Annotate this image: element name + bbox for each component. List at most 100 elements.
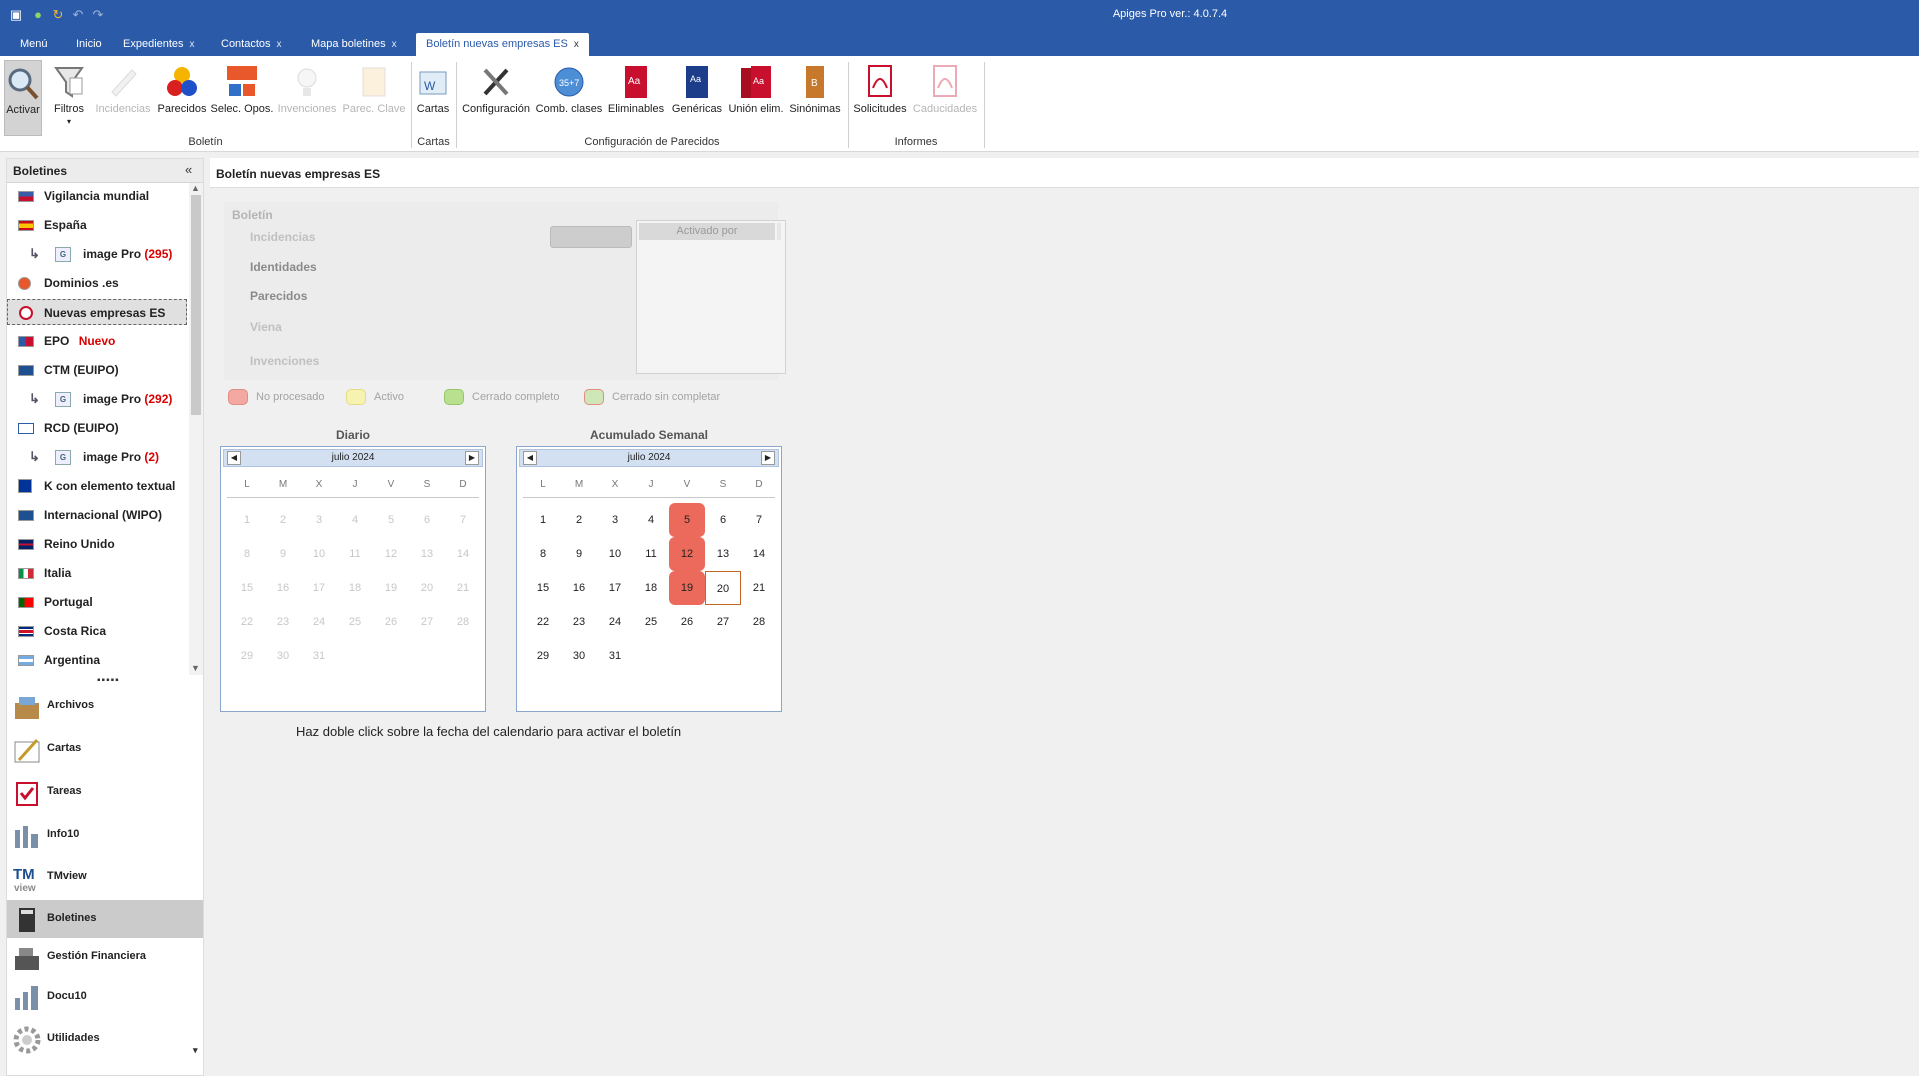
activar-button[interactable]: Activar: [4, 60, 42, 136]
calendar-day[interactable]: 31: [597, 639, 633, 673]
tab-expedientes[interactable]: Expedientes x: [123, 33, 195, 56]
tree-item-dominios[interactable]: Dominios .es: [7, 270, 187, 296]
calendar-day[interactable]: 23: [561, 605, 597, 639]
selec-opos-button[interactable]: Selec. Opos.: [210, 60, 274, 136]
parec-clave-button[interactable]: Parec. Clave: [342, 60, 406, 136]
module-archivos[interactable]: Archivos: [7, 687, 203, 725]
eliminables-button[interactable]: Aa Eliminables: [606, 60, 666, 136]
calendar-day[interactable]: 24: [597, 605, 633, 639]
calendar-day[interactable]: 3: [597, 503, 633, 537]
calendar-day[interactable]: 30: [561, 639, 597, 673]
next-month-button[interactable]: ▶: [465, 451, 479, 465]
redo-icon[interactable]: ↷: [90, 7, 106, 23]
close-icon[interactable]: x: [392, 39, 397, 50]
module-tareas[interactable]: Tareas: [7, 773, 203, 811]
calendar-day[interactable]: 11: [633, 537, 669, 571]
scroll-down-icon[interactable]: ▼: [191, 663, 200, 673]
tree-item-reino-unido[interactable]: Reino Unido: [7, 531, 187, 557]
scroll-up-icon[interactable]: ▲: [191, 183, 200, 193]
tree-item-nuevas-empresas[interactable]: Nuevas empresas ES: [7, 299, 187, 325]
collapse-icon[interactable]: «: [185, 162, 192, 177]
tree-item-portugal[interactable]: Portugal: [7, 589, 187, 615]
calendar-day[interactable]: 18: [633, 571, 669, 605]
module-boletines[interactable]: Boletines: [7, 900, 203, 938]
calendar-day[interactable]: 12: [669, 537, 705, 571]
calendar-day[interactable]: 22: [525, 605, 561, 639]
comb-clases-button[interactable]: 35+7 Comb. clases: [534, 60, 604, 136]
union-elim-button[interactable]: Aa Unión elim.: [726, 60, 786, 136]
sync-icon[interactable]: ↻: [50, 7, 66, 23]
calendar-day[interactable]: 15: [525, 571, 561, 605]
tab-mapa-boletines[interactable]: Mapa boletines x: [311, 33, 397, 56]
module-cartas[interactable]: Cartas: [7, 730, 203, 768]
cartas-button[interactable]: W Cartas: [414, 60, 452, 136]
tab-inicio[interactable]: Inicio: [76, 33, 102, 56]
activado-por-list[interactable]: Activado por: [636, 220, 786, 374]
tree-scrollbar[interactable]: ▲ ▼: [189, 183, 203, 675]
close-icon[interactable]: x: [190, 39, 195, 50]
scroll-thumb[interactable]: [191, 195, 201, 415]
refresh-icon[interactable]: ●: [30, 7, 46, 23]
tree-item-ctm[interactable]: CTM (EUIPO): [7, 357, 187, 383]
chevron-down-icon[interactable]: ▾: [193, 1045, 198, 1056]
calendar-day[interactable]: 29: [525, 639, 561, 673]
undo-icon[interactable]: ↶: [70, 7, 86, 23]
next-month-button[interactable]: ▶: [761, 451, 775, 465]
incidencias-button[interactable]: Incidencias: [94, 60, 152, 136]
calendar-day[interactable]: 4: [633, 503, 669, 537]
tree-item-image-pro-rcd[interactable]: ↳ G image Pro (2): [7, 444, 187, 470]
calendar-day[interactable]: 14: [741, 537, 777, 571]
calendar-day[interactable]: 20: [705, 571, 741, 605]
calendar-day[interactable]: 1: [525, 503, 561, 537]
solicitudes-button[interactable]: Solicitudes: [852, 60, 908, 136]
caducidades-button[interactable]: Caducidades: [910, 60, 980, 136]
tree-item-epo[interactable]: EPO Nuevo: [7, 328, 187, 354]
module-info10[interactable]: Info10: [7, 816, 203, 854]
calendar-day[interactable]: 17: [597, 571, 633, 605]
tree-item-wipo[interactable]: Internacional (WIPO): [7, 502, 187, 528]
calendar-day[interactable]: 27: [705, 605, 741, 639]
calendar-day[interactable]: 9: [561, 537, 597, 571]
tab-menu[interactable]: Menú: [20, 33, 48, 56]
splitter-grip[interactable]: ▪▪▪▪▪: [97, 675, 120, 686]
module-gestion-financiera[interactable]: Gestión Financiera: [7, 938, 203, 976]
tree-item-costa-rica[interactable]: Costa Rica: [7, 618, 187, 644]
calendar-day[interactable]: 8: [525, 537, 561, 571]
filtros-button[interactable]: Filtros ▾: [50, 60, 88, 136]
calendar-day[interactable]: 19: [669, 571, 705, 605]
tree-item-image-pro-ctm[interactable]: ↳ G image Pro (292): [7, 386, 187, 412]
column-resize-handle[interactable]: [777, 223, 781, 240]
tab-contactos[interactable]: Contactos x: [221, 33, 282, 56]
calendar-day[interactable]: 21: [741, 571, 777, 605]
tree-item-vigilancia[interactable]: Vigilancia mundial: [7, 183, 187, 209]
close-icon[interactable]: x: [277, 39, 282, 50]
invenciones-button[interactable]: Invenciones: [276, 60, 338, 136]
calendar-semanal[interactable]: ◀ julio 2024 ▶ L M X J V S D 1 2 3 4 5 6 7 8 9 10 11 12 13 1…: [516, 446, 782, 712]
calendar-day[interactable]: 7: [741, 503, 777, 537]
configuracion-button[interactable]: Configuración: [460, 60, 532, 136]
close-icon[interactable]: x: [574, 39, 579, 50]
calendar-diario[interactable]: ◀ julio 2024 ▶ L M X J V S D 1 2 3 4 5 6 7 8 9 10 11 12 13 1…: [220, 446, 486, 712]
calendar-day[interactable]: 26: [669, 605, 705, 639]
calendar-day[interactable]: 16: [561, 571, 597, 605]
tree-item-rcd[interactable]: RCD (EUIPO): [7, 415, 187, 441]
module-tmview[interactable]: TM view TMview: [7, 858, 203, 896]
calendar-day[interactable]: 25: [633, 605, 669, 639]
parecidos-button[interactable]: Parecidos: [156, 60, 208, 136]
calendar-day[interactable]: 2: [561, 503, 597, 537]
calendar-day[interactable]: 6: [705, 503, 741, 537]
tree-item-image-pro-es[interactable]: ↳ G image Pro (295): [7, 241, 187, 267]
tree-item-k-textual[interactable]: K con elemento textual: [7, 473, 187, 499]
calendar-day[interactable]: 13: [705, 537, 741, 571]
tree-item-argentina[interactable]: Argentina: [7, 647, 187, 673]
disabled-action-button[interactable]: [550, 226, 632, 248]
module-utilidades[interactable]: Utilidades ▾: [7, 1020, 203, 1058]
module-docu10[interactable]: Docu10: [7, 978, 203, 1016]
calendar-day[interactable]: 5: [669, 503, 705, 537]
sinonimas-button[interactable]: B Sinónimas: [788, 60, 842, 136]
calendar-day[interactable]: 10: [597, 537, 633, 571]
calendar-day[interactable]: 28: [741, 605, 777, 639]
tab-boletin-nuevas-empresas[interactable]: Boletín nuevas empresas ES x: [416, 33, 589, 56]
genericas-button[interactable]: Aa Genéricas: [668, 60, 726, 136]
tree-item-espana[interactable]: España: [7, 212, 187, 238]
